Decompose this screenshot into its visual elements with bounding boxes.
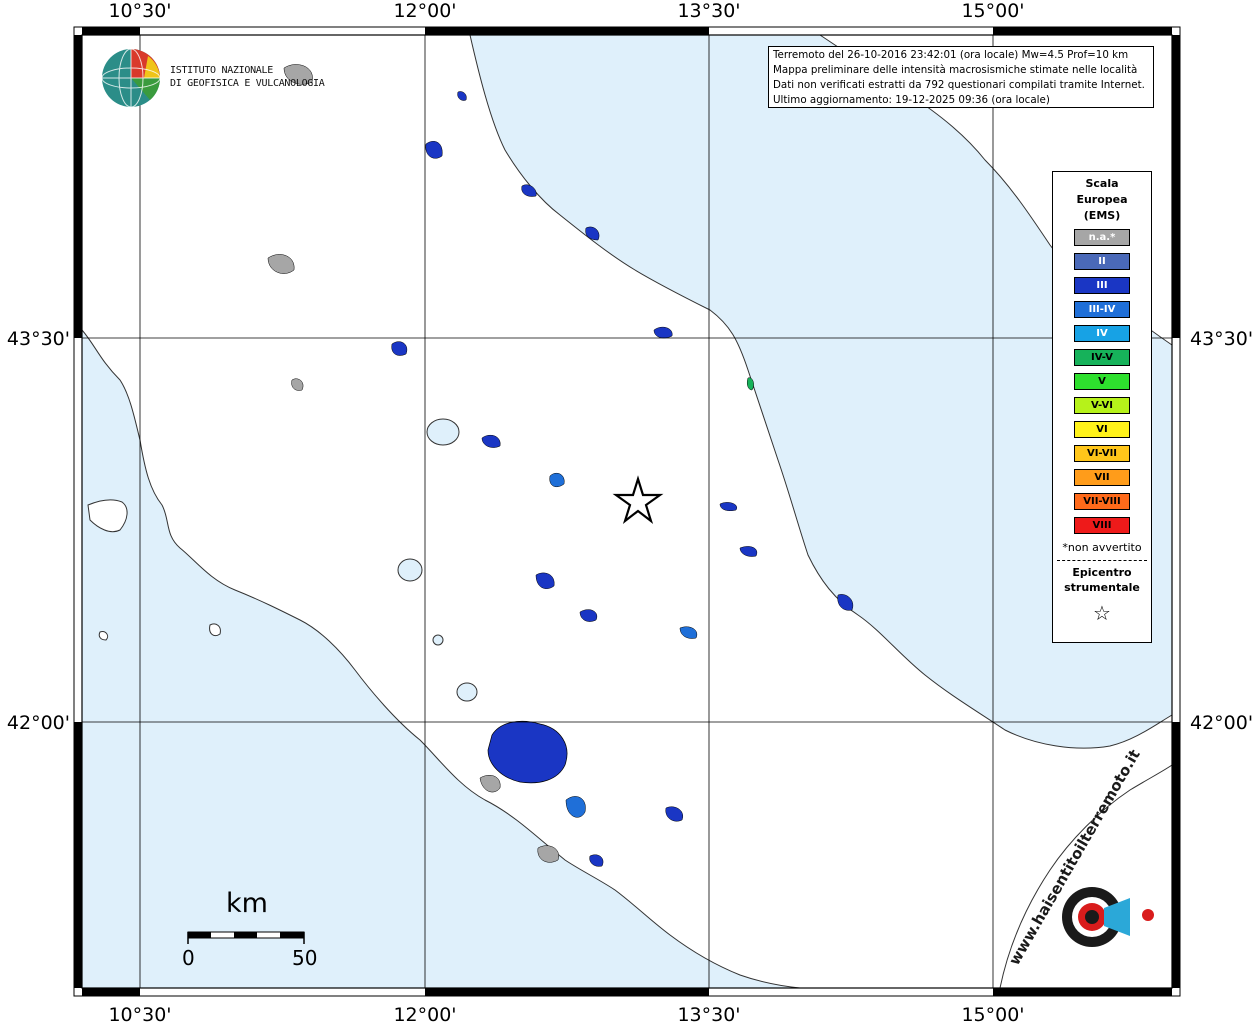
- legend-epicenter-line-1: Epicentro: [1072, 566, 1132, 579]
- right-label-1: 43°30': [1190, 328, 1253, 350]
- legend-epicenter-label: Epicentro strumentale: [1053, 565, 1151, 595]
- legend-divider: [1057, 560, 1147, 561]
- legend-title-line-1: Scala: [1085, 177, 1119, 190]
- legend-item: V-VI: [1074, 397, 1130, 414]
- patch-foligno: [549, 473, 565, 487]
- legend-item: VI-VII: [1074, 445, 1130, 462]
- montecristo-island: [98, 631, 109, 641]
- legend-item: VIII: [1074, 517, 1130, 534]
- legend-item: IV: [1074, 325, 1130, 342]
- legend-epicenter-line-2: strumentale: [1064, 581, 1140, 594]
- legend-item: III: [1074, 277, 1130, 294]
- legend-note: *non avvertito: [1062, 541, 1142, 554]
- legend-item: II: [1074, 253, 1130, 270]
- event-info-line-2: Mappa preliminare delle intensità macros…: [773, 64, 1138, 76]
- intensity-legend: Scala Europea (EMS) n.a.* II III III-IV IV IV…: [1052, 171, 1152, 643]
- event-info-line-3: Dati non verificati estratti da 792 ques…: [773, 79, 1145, 91]
- bottom-label-1: 10°30': [108, 1004, 171, 1024]
- lake-vico: [432, 634, 444, 646]
- legend-title: Scala Europea (EMS): [1053, 176, 1151, 224]
- lake-bolsena: [397, 558, 423, 582]
- top-label-2: 12°00': [393, 0, 456, 22]
- lake-trasimeno: [426, 418, 460, 446]
- legend-star-icon: ☆: [1093, 601, 1111, 625]
- left-label-1: 43°30': [7, 328, 70, 350]
- legend-items: n.a.* II III III-IV IV IV-V V V-VI VI VI-VII VII VI…: [1053, 229, 1151, 534]
- legend-title-line-2: Europea: [1076, 193, 1128, 206]
- legend-title-line-3: (EMS): [1083, 209, 1121, 222]
- legend-item: VI: [1074, 421, 1130, 438]
- left-label-2: 42°00': [7, 712, 70, 734]
- top-label-3: 13°30': [677, 0, 740, 22]
- event-info-line-4: Ultimo aggiornamento: 19-12-2025 09:36 (…: [773, 94, 1050, 106]
- scale-start-label: 0: [182, 946, 195, 970]
- right-label-2: 42°00': [1190, 712, 1253, 734]
- scale-unit-label: km: [226, 888, 268, 919]
- ingv-logo-icon: [101, 48, 161, 108]
- patch-arezzo: [391, 341, 408, 356]
- legend-item: n.a.*: [1074, 229, 1130, 246]
- legend-item: IV-V: [1074, 349, 1130, 366]
- top-label-4: 15°00': [961, 0, 1024, 22]
- event-info-line-1: Terremoto del 26-10-2016 23:42:01 (ora l…: [773, 49, 1129, 61]
- ingv-line-2: DI GEOFISICA E VULCANOLOGIA: [170, 78, 325, 89]
- ingv-logo-text: ISTITUTO NAZIONALE DI GEOFISICA E VULCAN…: [170, 64, 325, 90]
- event-info-box: Terremoto del 26-10-2016 23:42:01 (ora l…: [768, 46, 1154, 108]
- top-label-1: 10°30': [108, 0, 171, 22]
- scale-end-label: 50: [292, 946, 318, 970]
- giglio-island: [209, 623, 221, 637]
- legend-item: V: [1074, 373, 1130, 390]
- lake-bracciano: [456, 682, 478, 702]
- legend-item: III-IV: [1074, 301, 1130, 318]
- bottom-label-3: 13°30': [677, 1004, 740, 1024]
- bottom-label-2: 12°00': [393, 1004, 456, 1024]
- ingv-line-1: ISTITUTO NAZIONALE: [170, 65, 273, 76]
- bottom-label-4: 15°00': [961, 1004, 1024, 1024]
- legend-item: VII: [1074, 469, 1130, 486]
- legend-item: VII-VIII: [1074, 493, 1130, 510]
